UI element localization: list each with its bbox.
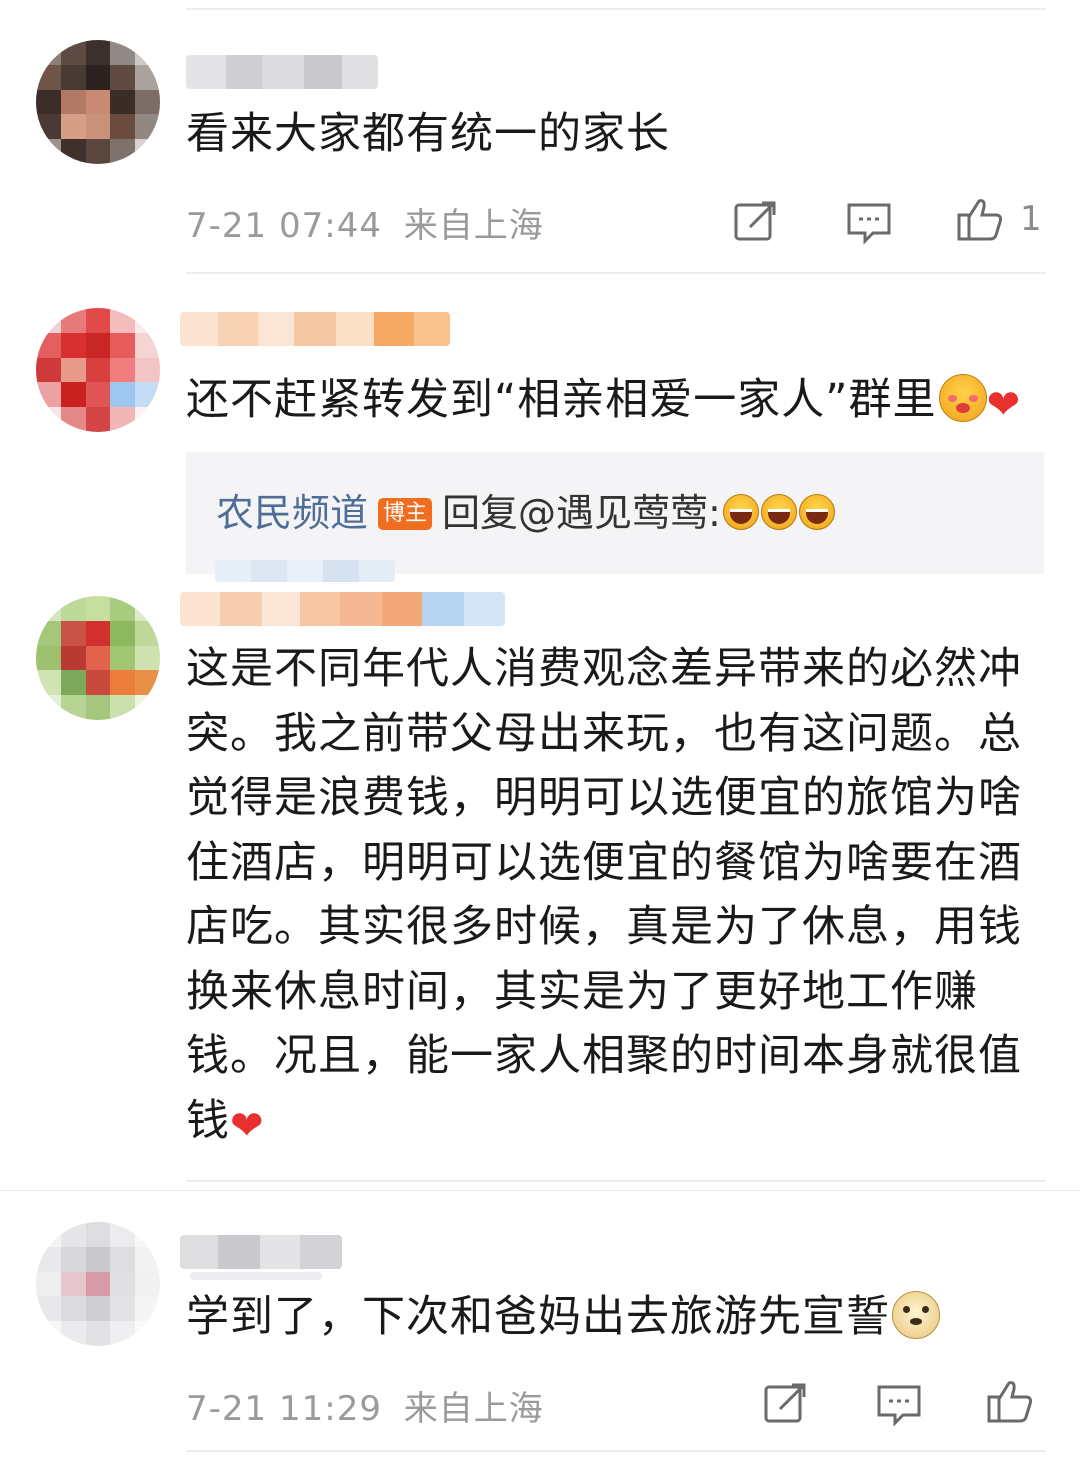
avatar[interactable]: [36, 596, 160, 720]
username-blurred-secondary[interactable]: [190, 1272, 322, 1280]
comment-text: 还不赶紧转发到“相亲相爱一家人”群里 ❤: [186, 368, 1046, 433]
username-blurred[interactable]: [180, 312, 450, 346]
like-count: 1: [1020, 199, 1042, 239]
username-blurred[interactable]: [180, 1235, 342, 1269]
comment-text-content: 学到了，下次和爸妈出去旅游先宣誓: [186, 1292, 890, 1342]
comment-divider: [186, 272, 1046, 274]
comment-text: 这是不同年代人消费观念差异带来的必然冲突。我之前带父母出来玩，也有这问题。总觉得…: [186, 637, 1046, 1153]
grin-emoji: [760, 494, 797, 530]
grin-emoji: [722, 494, 759, 530]
red-heart-emoji: ❤: [986, 382, 1022, 428]
username-blurred[interactable]: [180, 592, 505, 626]
grin-emoji: [798, 494, 835, 530]
section-divider: [0, 1190, 1080, 1191]
author-badge: 博主: [378, 498, 433, 530]
comment-divider: [186, 1180, 1046, 1182]
comment-icon[interactable]: [873, 1377, 925, 1429]
username-blurred[interactable]: [186, 55, 378, 89]
comment-text-content: 还不赶紧转发到“相亲相爱一家人”群里: [186, 375, 937, 425]
thumbs-up-icon[interactable]: [985, 1375, 1037, 1427]
comment-icon[interactable]: [843, 195, 895, 247]
comment-text: 看来大家都有统一的家长: [186, 109, 670, 159]
repost-icon[interactable]: [760, 1377, 812, 1429]
thumbs-up-icon[interactable]: [955, 193, 1007, 245]
comment-text: 学到了，下次和爸妈出去旅游先宣誓: [186, 1285, 1046, 1350]
comment-meta: 7-21 11:29 来自上海: [186, 1381, 544, 1430]
comment-meta: 7-21 07:44 来自上海: [186, 198, 544, 247]
doge-emoji: [892, 1291, 940, 1339]
comment-time: 7-21 07:44: [186, 206, 382, 246]
repost-icon[interactable]: [730, 195, 782, 247]
comment-location: 来自上海: [403, 1389, 544, 1429]
avatar[interactable]: [36, 40, 160, 164]
comment-location: 来自上海: [403, 206, 544, 246]
avatar[interactable]: [36, 308, 160, 432]
reply-box[interactable]: 农民频道 博主 回复@遇见莺莺:: [186, 452, 1044, 574]
comment-time: 7-21 11:29: [186, 1389, 382, 1429]
top-divider: [186, 8, 1046, 10]
comment-text-content: 这是不同年代人消费观念差异带来的必然冲突。我之前带父母出来玩，也有这问题。总觉得…: [186, 644, 1022, 1146]
username-blurred-secondary[interactable]: [215, 560, 395, 582]
blush-kiss-emoji: [938, 374, 987, 422]
red-heart-emoji: ❤: [230, 1102, 265, 1149]
avatar[interactable]: [36, 1222, 160, 1346]
bottom-divider: [186, 1450, 1046, 1452]
reply-text: 回复@遇见莺莺:: [442, 491, 721, 535]
reply-author[interactable]: 农民频道: [216, 491, 368, 535]
